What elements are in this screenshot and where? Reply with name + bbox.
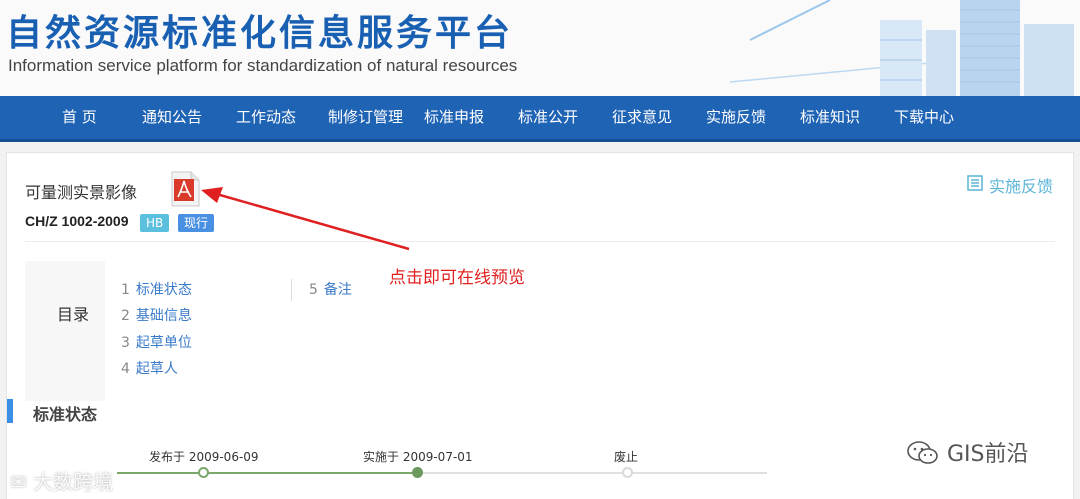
watermark-right: GIS前沿	[906, 436, 1029, 468]
toc-item-drafting-unit[interactable]: 3 起草单位	[121, 332, 192, 352]
toc-item-drafter[interactable]: 4 起草人	[121, 358, 178, 378]
wechat-icon	[907, 441, 938, 464]
section-title-status: 标准状态	[33, 405, 98, 424]
timeline-label-published: 发布于 2009-06-09	[149, 450, 259, 464]
nav-item-knowledge[interactable]: 标准知识	[800, 96, 860, 139]
toc-label: 目录	[57, 305, 90, 324]
nav-item-downloads[interactable]: 下载中心	[894, 96, 954, 139]
site-title: 自然资源标准化信息服务平台	[6, 13, 514, 54]
timeline-node-implemented	[412, 467, 423, 478]
toc-item-basic-info[interactable]: 2 基础信息	[121, 305, 192, 325]
toc-item-number: 3	[121, 335, 130, 351]
annotation-arrow	[201, 187, 410, 251]
toc-item-status[interactable]: 1 标准状态	[121, 279, 192, 299]
watermark-logo-icon: ✉	[10, 470, 34, 494]
site-subtitle: Information service platform for standar…	[8, 56, 518, 75]
nav-item-public[interactable]: 标准公开	[518, 96, 578, 139]
nav-item-news[interactable]: 工作动态	[236, 96, 296, 139]
toc-item-label: 起草单位	[135, 335, 192, 351]
toc-separator	[291, 279, 292, 301]
nav-item-revision[interactable]: 制修订管理	[328, 96, 403, 139]
section-marker	[7, 399, 13, 423]
toc-item-label: 起草人	[135, 361, 178, 377]
main-nav: 首 页 通知公告 工作动态 制修订管理 标准申报 标准公开 征求意见 实施反馈 …	[0, 96, 1080, 142]
nav-item-home[interactable]: 首 页	[62, 96, 97, 139]
watermark-left: ✉ 大数跨境	[10, 466, 113, 495]
timeline-pending-line	[417, 472, 767, 474]
standard-title: 可量测实景影像	[25, 183, 138, 202]
toc-item-number: 2	[121, 308, 130, 324]
watermark-left-text: 大数跨境	[33, 470, 114, 494]
timeline-label-implemented: 实施于 2009-07-01	[363, 450, 473, 464]
toc-item-label: 标准状态	[135, 282, 192, 298]
timeline-progress-line	[117, 472, 417, 474]
standard-type-badge: HB	[140, 214, 170, 232]
toc-item-number: 5	[309, 282, 318, 298]
timeline-node-published	[198, 467, 209, 478]
watermark-right-text: GIS前沿	[947, 442, 1029, 467]
skyline-decoration	[729, 0, 1074, 96]
toc-item-number: 1	[121, 282, 130, 298]
feedback-link[interactable]: 实施反馈	[967, 173, 1053, 197]
toc-item-label: 备注	[323, 282, 352, 298]
nav-item-feedback[interactable]: 实施反馈	[706, 96, 766, 139]
list-icon	[967, 175, 983, 191]
nav-item-notices[interactable]: 通知公告	[142, 96, 202, 139]
timeline-node-abolished	[622, 467, 633, 478]
site-header: 自然资源标准化信息服务平台 Information service platfo…	[0, 0, 1080, 96]
standard-code: CH/Z 1002-2009	[25, 213, 129, 229]
timeline-label-abolished: 废止	[614, 450, 639, 464]
toc-item-number: 4	[121, 361, 130, 377]
feedback-link-label: 实施反馈	[988, 177, 1053, 196]
toc-item-remarks[interactable]: 5 备注	[309, 279, 352, 299]
header-divider	[25, 241, 1055, 242]
annotation-text: 点击即可在线预览	[389, 268, 525, 288]
toc-panel: 目录	[25, 261, 105, 401]
nav-item-comments[interactable]: 征求意见	[612, 96, 672, 139]
toc-item-label: 基础信息	[135, 308, 192, 324]
nav-item-apply[interactable]: 标准申报	[424, 96, 484, 139]
